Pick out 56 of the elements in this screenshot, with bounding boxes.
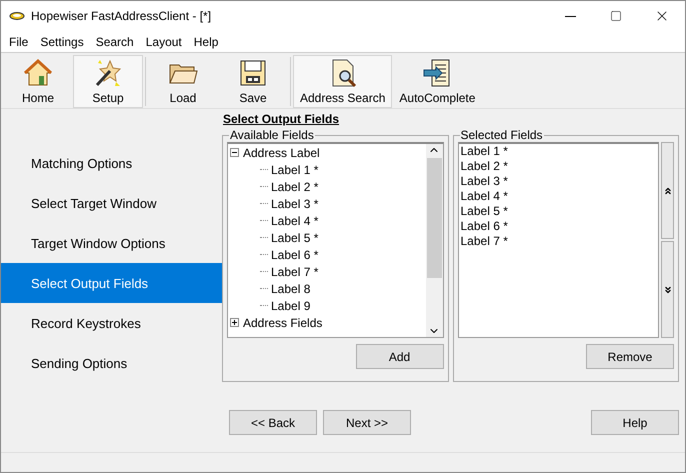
sidebar-item[interactable]: Target Window Options xyxy=(1,223,222,263)
tree-item[interactable]: Label 2 * xyxy=(271,180,318,194)
tree-view[interactable]: Address Label Label 1 * Label 2 * Label 3 * Label 4 * Label 5 * Label 6 * Label 7 * Label 8 Label 9 Address Fields xyxy=(227,142,444,338)
toolbar-button[interactable]: AutoComplete xyxy=(392,55,482,108)
help-button[interactable]: Help xyxy=(591,410,679,435)
list-item[interactable]: Label 1 * xyxy=(460,144,656,159)
expand-icon[interactable] xyxy=(230,318,239,327)
section-heading: Select Output Fields xyxy=(222,111,340,128)
tree-item[interactable]: Label 7 * xyxy=(271,264,318,278)
tree-item[interactable]: Label 1 * xyxy=(271,162,318,176)
toolbar-button[interactable]: Load xyxy=(148,55,218,108)
menu-item[interactable]: Settings xyxy=(34,34,90,48)
magic-wand-icon xyxy=(93,58,123,88)
double-chevron-up-icon xyxy=(662,186,672,196)
sidebar-item[interactable]: Matching Options xyxy=(1,143,222,183)
tree-item[interactable]: Label 5 * xyxy=(271,230,318,244)
menu-item[interactable]: Layout xyxy=(140,34,188,48)
sidebar-item[interactable]: Sending Options xyxy=(1,343,222,383)
tree-item[interactable]: Label 6 * xyxy=(271,248,318,262)
maximize-icon xyxy=(610,10,622,22)
tree-item[interactable]: Label 3 * xyxy=(271,196,318,210)
back-button[interactable]: << Back xyxy=(229,410,317,435)
tree-item[interactable]: Address Label xyxy=(243,146,320,160)
list-item[interactable]: Label 4 * xyxy=(460,189,656,204)
group-title: Selected Fields xyxy=(460,128,544,142)
toolbar-button[interactable]: Home xyxy=(3,55,73,108)
menu-item[interactable]: File xyxy=(3,34,34,48)
list-box[interactable]: Label 1 * Label 2 * Label 3 * Label 4 * Label 5 * Label 6 * Label 7 * xyxy=(458,142,659,338)
sidebar-item[interactable]: Select Target Window xyxy=(1,183,222,223)
tree-item[interactable]: Label 4 * xyxy=(271,214,318,228)
window-title: Hopewiser FastAddressClient - [*] xyxy=(31,9,212,23)
menu-item[interactable]: Search xyxy=(90,34,140,48)
document-arrow-icon xyxy=(422,58,452,88)
tree-item[interactable]: Label 8 xyxy=(271,282,310,296)
ring-icon xyxy=(9,11,25,21)
remove-button[interactable]: Remove xyxy=(586,344,674,369)
menu-item[interactable]: Help xyxy=(188,34,224,48)
scrollbar[interactable] xyxy=(426,144,442,337)
toolbar-button[interactable]: Address Search xyxy=(293,55,392,108)
next-button[interactable]: Next >> xyxy=(323,410,411,435)
double-chevron-down-icon xyxy=(662,284,672,294)
list-item[interactable]: Label 7 * xyxy=(460,234,656,249)
tree-item[interactable]: Label 9 xyxy=(271,298,310,312)
toolbar-button[interactable]: Setup xyxy=(73,55,143,108)
sidebar-item[interactable]: Select Output Fields xyxy=(1,263,222,303)
toolbar-button[interactable]: Save xyxy=(218,55,288,108)
list-item[interactable]: Label 2 * xyxy=(460,159,656,174)
list-item[interactable]: Label 3 * xyxy=(460,174,656,189)
sidebar-item[interactable]: Record Keystrokes xyxy=(1,303,222,343)
list-item[interactable]: Label 6 * xyxy=(460,219,656,234)
collapse-icon[interactable] xyxy=(230,148,239,157)
tree-item[interactable]: Address Fields xyxy=(243,316,322,330)
add-button[interactable]: Add xyxy=(356,344,444,369)
house-icon xyxy=(23,58,53,88)
list-item[interactable]: Label 5 * xyxy=(460,204,656,219)
group-title: Available Fields xyxy=(229,128,315,142)
